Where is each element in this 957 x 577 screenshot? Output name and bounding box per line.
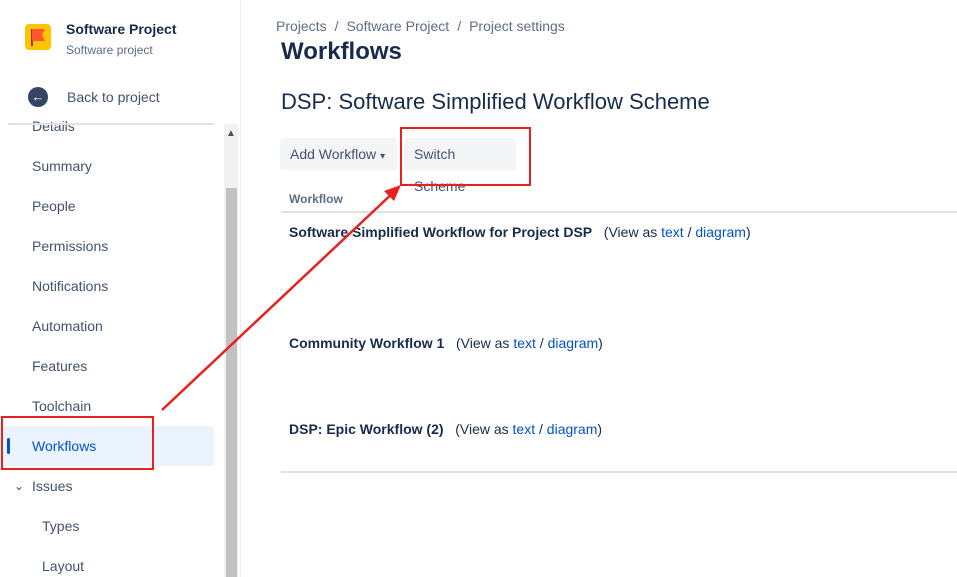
scroll-up-arrow-icon[interactable]: ▲	[226, 128, 236, 139]
table-row: DSP: Epic Workflow (2) (View as text / d…	[289, 421, 602, 437]
view-as-text-link[interactable]: text	[513, 421, 536, 437]
sidebar-item-label: Permissions	[32, 226, 108, 266]
table-row: Community Workflow 1 (View as text / dia…	[289, 335, 603, 351]
breadcrumb-software-project[interactable]: Software Project	[346, 18, 449, 34]
sidebar-item-layout[interactable]: Layout	[0, 546, 214, 577]
workflow-name: DSP: Epic Workflow (2)	[289, 421, 444, 437]
link-separator: /	[540, 335, 544, 351]
settings-nav: Details Summary People Permissions Notif…	[0, 106, 222, 577]
chevron-down-icon: ▾	[380, 151, 385, 162]
project-type: Software project	[66, 41, 176, 59]
annotation-arrow-head	[384, 185, 401, 201]
view-as-prefix: (View as	[456, 335, 509, 351]
chevron-down-icon: ⌄	[14, 466, 24, 506]
project-header[interactable]: Software Project Software project	[25, 19, 176, 59]
sidebar-item-label: Types	[42, 506, 79, 546]
sidebar-item-notifications[interactable]: Notifications	[0, 266, 214, 306]
breadcrumb-separator: /	[457, 18, 461, 34]
sidebar-item-label: Features	[32, 346, 87, 386]
view-as-prefix: (View as	[455, 421, 508, 437]
view-as-diagram-link[interactable]: diagram	[695, 224, 746, 240]
page-title: Workflows	[281, 38, 402, 66]
sidebar-divider	[8, 123, 214, 125]
scrollbar-thumb[interactable]	[226, 188, 237, 577]
project-flag-icon	[25, 24, 51, 50]
link-separator: /	[539, 421, 543, 437]
add-workflow-label: Add Workflow	[290, 146, 376, 162]
sidebar-item-label: Issues	[32, 466, 72, 506]
back-to-project-link[interactable]: ← Back to project	[28, 87, 160, 107]
view-as-diagram-link[interactable]: diagram	[547, 421, 598, 437]
sidebar-item-summary[interactable]: Summary	[0, 146, 214, 186]
sidebar-item-label: Summary	[32, 146, 92, 186]
close-paren: )	[597, 421, 602, 437]
close-paren: )	[746, 224, 751, 240]
breadcrumb: Projects / Software Project / Project settin…	[276, 18, 565, 34]
sidebar: Software Project Software project ← Back…	[0, 0, 241, 577]
link-separator: /	[688, 224, 692, 240]
add-workflow-button[interactable]: Add Workflow ▾	[280, 138, 398, 170]
table-footer-divider	[281, 471, 957, 473]
breadcrumb-project-settings[interactable]: Project settings	[469, 18, 565, 34]
arrow-left-icon: ←	[28, 87, 48, 107]
back-label: Back to project	[67, 89, 160, 105]
annotation-box-workflows	[1, 416, 154, 470]
workflow-column-header: Workflow	[289, 192, 343, 206]
sidebar-item-label: Notifications	[32, 266, 108, 306]
table-row: Software Simplified Workflow for Project…	[289, 224, 751, 240]
sidebar-item-automation[interactable]: Automation	[0, 306, 214, 346]
sidebar-item-label: Automation	[32, 306, 103, 346]
breadcrumb-separator: /	[335, 18, 339, 34]
breadcrumb-projects[interactable]: Projects	[276, 18, 327, 34]
view-as-text-link[interactable]: text	[513, 335, 536, 351]
sidebar-item-types[interactable]: Types	[0, 506, 214, 546]
close-paren: )	[598, 335, 603, 351]
sidebar-item-permissions[interactable]: Permissions	[0, 226, 214, 266]
sidebar-item-label: Details	[32, 106, 75, 146]
table-header-divider	[281, 211, 957, 213]
sidebar-item-label: People	[32, 186, 76, 226]
sidebar-item-features[interactable]: Features	[0, 346, 214, 386]
sidebar-item-label: Layout	[42, 546, 84, 577]
sidebar-item-people[interactable]: People	[0, 186, 214, 226]
view-as-diagram-link[interactable]: diagram	[548, 335, 599, 351]
workflow-name: Community Workflow 1	[289, 335, 444, 351]
workflow-name: Software Simplified Workflow for Project…	[289, 224, 592, 240]
scheme-title: DSP: Software Simplified Workflow Scheme	[281, 89, 710, 115]
view-as-prefix: (View as	[604, 224, 657, 240]
project-name: Software Project	[66, 19, 176, 39]
annotation-box-switch-scheme	[400, 127, 531, 186]
sidebar-item-details[interactable]: Details	[0, 106, 214, 146]
view-as-text-link[interactable]: text	[661, 224, 684, 240]
sidebar-item-issues[interactable]: ⌄Issues	[0, 466, 214, 506]
